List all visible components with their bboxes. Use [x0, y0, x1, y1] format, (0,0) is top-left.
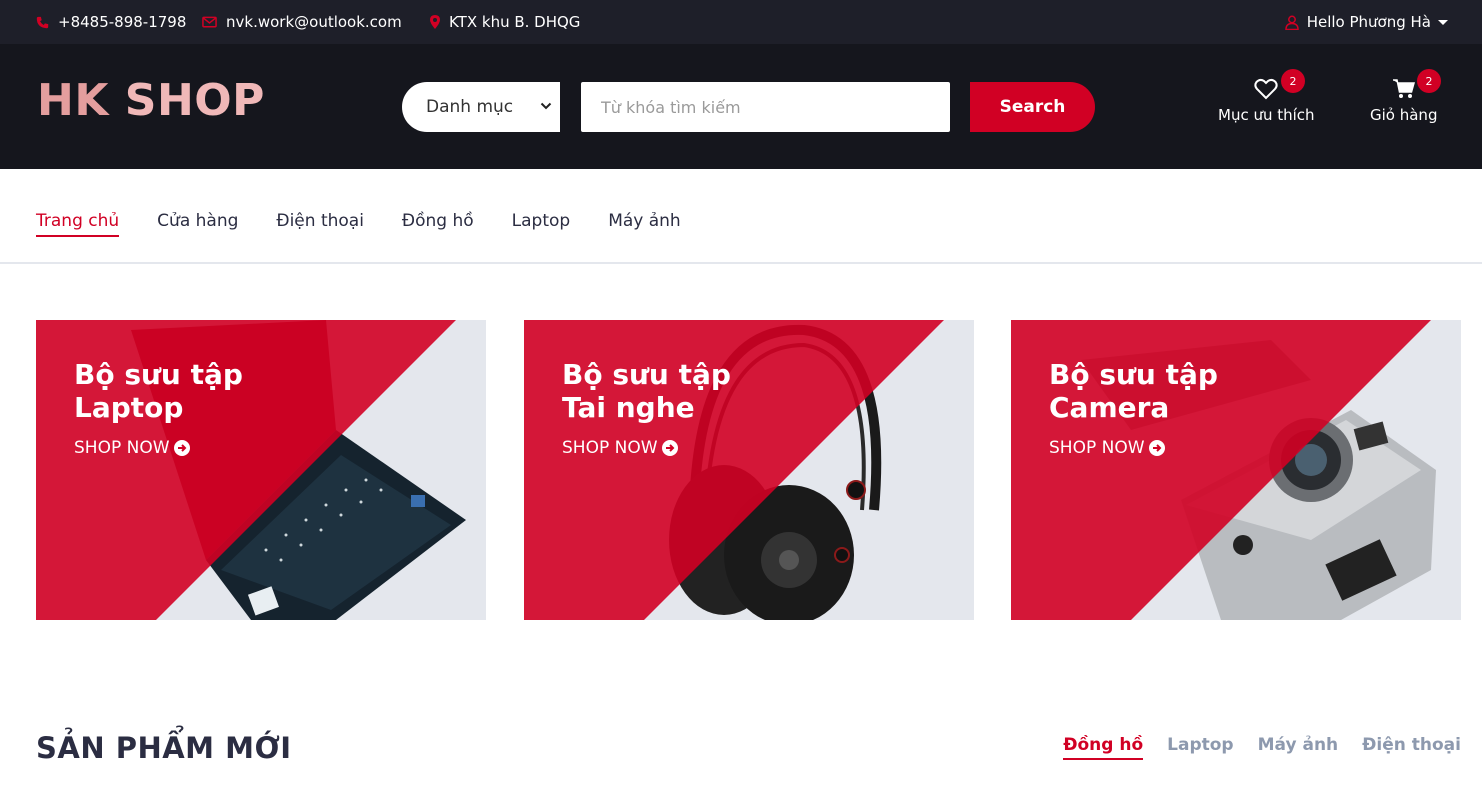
logo-text-2: SHOP: [124, 75, 265, 126]
arrow-circle-right-icon: [661, 440, 678, 456]
nav-item-store[interactable]: Cửa hàng: [157, 211, 238, 237]
shop-now-link[interactable]: SHOP NOW: [74, 438, 190, 458]
collection-title-line2: Laptop: [74, 391, 184, 424]
collection-headphones[interactable]: Bộ sưu tập Tai nghe SHOP NOW: [524, 320, 974, 620]
collection-title: Bộ sưu tập Camera: [1049, 358, 1218, 424]
nav-item-phones[interactable]: Điện thoại: [276, 211, 364, 237]
category-select-value: Danh mục: [426, 97, 514, 117]
arrow-circle-right-icon: [173, 440, 190, 456]
wishlist-link[interactable]: Mục ưu thích 2: [1218, 69, 1315, 124]
shop-now-link[interactable]: SHOP NOW: [1049, 438, 1165, 458]
heart-icon: [1254, 78, 1278, 100]
tab-cameras[interactable]: Máy ảnh: [1258, 735, 1339, 760]
user-icon: [1284, 15, 1299, 30]
shop-now-label: SHOP NOW: [1049, 438, 1145, 458]
tab-laptops[interactable]: Laptop: [1167, 735, 1233, 760]
collection-laptop[interactable]: Bộ sưu tập Laptop SHOP NOW: [36, 320, 486, 620]
collection-title-line2: Tai nghe: [562, 391, 695, 424]
nav-item-cameras[interactable]: Máy ảnh: [608, 211, 681, 237]
cart-link[interactable]: Giỏ hàng 2: [1370, 69, 1441, 124]
logo-text-1: HK: [37, 75, 125, 126]
wishlist-label: Mục ưu thích: [1218, 106, 1315, 124]
shop-now-link[interactable]: SHOP NOW: [562, 438, 678, 458]
phone-number: +8485-898-1798: [58, 13, 187, 31]
nav-item-watches[interactable]: Đồng hồ: [402, 211, 474, 237]
collection-title-line1: Bộ sưu tập: [74, 358, 243, 391]
email-info[interactable]: nvk.work@outlook.com: [202, 0, 402, 44]
section-tabs: Đồng hồ Laptop Máy ảnh Điện thoại: [1039, 735, 1461, 760]
email-address: nvk.work@outlook.com: [226, 13, 402, 31]
tab-watches[interactable]: Đồng hồ: [1063, 735, 1144, 760]
envelope-icon: [202, 16, 217, 28]
address-info[interactable]: KTX khu B. DHQG: [430, 0, 580, 44]
cart-count-badge: 2: [1417, 69, 1441, 93]
arrow-circle-right-icon: [1148, 440, 1165, 456]
chevron-down-icon: [540, 102, 552, 110]
caret-down-icon: [1438, 19, 1448, 25]
top-bar: +8485-898-1798 nvk.work@outlook.com KTX …: [0, 0, 1482, 44]
collection-title: Bộ sưu tập Laptop: [74, 358, 243, 424]
wishlist-count-badge: 2: [1281, 69, 1305, 93]
shop-now-label: SHOP NOW: [562, 438, 658, 458]
shopping-cart-icon: [1392, 79, 1415, 98]
logo[interactable]: HK SHOP: [37, 75, 265, 126]
map-marker-icon: [430, 15, 440, 29]
collection-camera[interactable]: Bộ sưu tập Camera SHOP NOW: [1011, 320, 1461, 620]
address-text: KTX khu B. DHQG: [449, 13, 581, 31]
phone-icon: [36, 16, 49, 28]
phone-info[interactable]: +8485-898-1798: [36, 0, 186, 44]
nav-item-laptops[interactable]: Laptop: [512, 211, 571, 237]
category-select[interactable]: Danh mục: [402, 82, 560, 132]
main-navigation: Trang chủ Cửa hàng Điện thoại Đồng hồ La…: [0, 169, 1482, 264]
section-title: SẢN PHẨM MỚI: [36, 731, 292, 765]
tab-phones[interactable]: Điện thoại: [1362, 735, 1461, 760]
collection-title-line1: Bộ sưu tập: [562, 358, 731, 391]
collection-title-line1: Bộ sưu tập: [1049, 358, 1218, 391]
search-input[interactable]: [581, 82, 950, 132]
cart-label: Giỏ hàng: [1370, 106, 1438, 124]
main-header: HK SHOP Danh mục Search Mục ưu thích 2 G…: [0, 44, 1482, 169]
user-greeting: Hello Phương Hà: [1306, 13, 1431, 31]
nav-item-home[interactable]: Trang chủ: [36, 211, 120, 237]
user-menu[interactable]: Hello Phương Hà: [1284, 0, 1448, 44]
search-button[interactable]: Search: [970, 82, 1095, 132]
collection-title-line2: Camera: [1049, 391, 1170, 424]
shop-now-label: SHOP NOW: [74, 438, 170, 458]
collection-title: Bộ sưu tập Tai nghe: [562, 358, 731, 424]
